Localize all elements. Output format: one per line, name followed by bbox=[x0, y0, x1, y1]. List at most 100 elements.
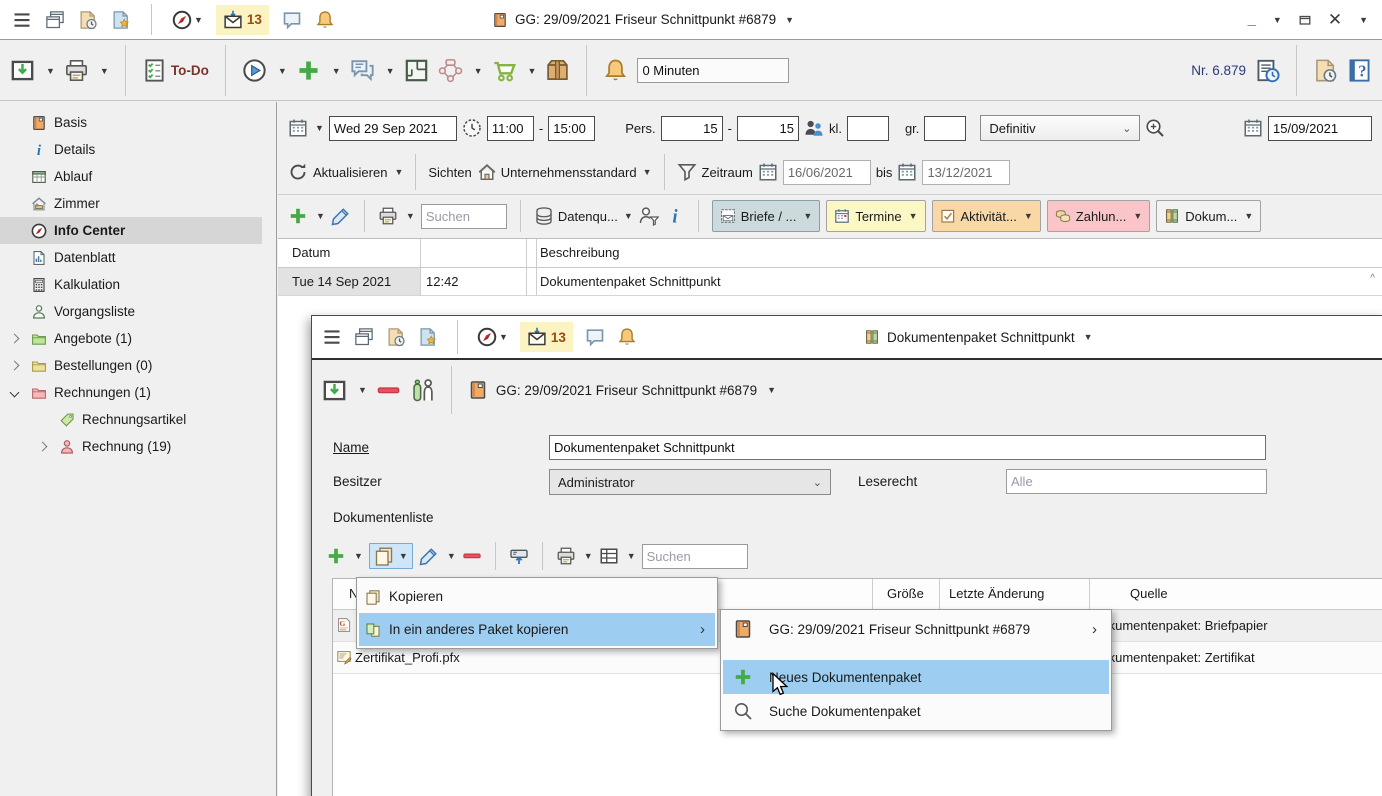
windows-icon[interactable] bbox=[45, 10, 65, 30]
created-date-input[interactable] bbox=[1268, 116, 1372, 141]
save-button[interactable] bbox=[322, 378, 347, 403]
view-standard-select[interactable]: Unternehmensstandard ▼ bbox=[477, 162, 652, 182]
start-button[interactable] bbox=[242, 58, 267, 83]
persons-min-input[interactable] bbox=[661, 116, 723, 141]
besitzer-select[interactable]: Administrator ⌄ bbox=[549, 469, 831, 495]
chevron-right-icon[interactable] bbox=[6, 330, 24, 348]
chevron-down-icon[interactable]: ▼ bbox=[332, 66, 341, 76]
package-icon[interactable] bbox=[545, 58, 570, 83]
calendar-icon[interactable] bbox=[1243, 118, 1263, 138]
sidebar-item-rechnungen-1[interactable]: Rechnungen (1) bbox=[0, 379, 262, 406]
recent-icon[interactable] bbox=[1313, 58, 1338, 83]
kl-input[interactable] bbox=[847, 116, 889, 141]
print-doc-button[interactable] bbox=[556, 546, 576, 566]
chat-icon[interactable] bbox=[282, 10, 302, 30]
favorite-document-icon[interactable] bbox=[418, 327, 438, 347]
mail-badge[interactable]: 13 bbox=[216, 5, 269, 35]
chevron-down-icon[interactable]: ▼ bbox=[474, 66, 483, 76]
chevron-down-icon[interactable]: ▼ bbox=[528, 66, 537, 76]
sidebar-item-rechnungsartikel[interactable]: Rechnungsartikel bbox=[0, 406, 262, 433]
chevron-down-icon[interactable]: ▼ bbox=[354, 551, 363, 561]
name-input[interactable] bbox=[549, 435, 1266, 460]
menu-item-kopieren[interactable]: Kopieren bbox=[359, 580, 715, 613]
sidebar-item-basis[interactable]: Basis bbox=[0, 109, 262, 136]
sidebar-item-kalkulation[interactable]: Kalkulation bbox=[0, 271, 262, 298]
status-select[interactable]: Definitiv ⌄ bbox=[980, 115, 1140, 141]
edit-document-button[interactable] bbox=[419, 546, 439, 566]
period-to-input[interactable] bbox=[922, 160, 1010, 185]
linked-record-selector[interactable]: GG: 29/09/2021 Friseur Schnittpunkt #687… bbox=[468, 380, 776, 400]
correspondence-icon[interactable] bbox=[350, 58, 375, 83]
view-grid-button[interactable] bbox=[599, 546, 619, 566]
calendar-icon[interactable] bbox=[897, 162, 917, 182]
chevron-down-icon[interactable]: ▼ bbox=[584, 551, 593, 561]
col-groesse[interactable]: Größe bbox=[887, 586, 924, 601]
remove-document-button[interactable] bbox=[462, 546, 482, 566]
mail-badge[interactable]: 13 bbox=[520, 322, 573, 352]
windows-icon[interactable] bbox=[354, 327, 374, 347]
todo-button[interactable]: To-Do bbox=[142, 58, 209, 83]
save-import-button[interactable] bbox=[10, 58, 35, 83]
edit-button[interactable] bbox=[331, 206, 351, 226]
close-button[interactable]: ✕ bbox=[1328, 10, 1342, 30]
event-date-input[interactable] bbox=[329, 116, 457, 141]
recent-document-icon[interactable] bbox=[386, 327, 406, 347]
recent-document-icon[interactable] bbox=[78, 10, 98, 30]
persons-max-input[interactable] bbox=[737, 116, 799, 141]
chevron-down-icon[interactable]: ▼ bbox=[315, 123, 324, 133]
calendar-icon[interactable] bbox=[288, 118, 308, 138]
chevron-down-icon[interactable]: ▼ bbox=[358, 385, 367, 395]
col-letzte-aenderung[interactable]: Letzte Änderung bbox=[949, 586, 1044, 601]
doc-window-title[interactable]: Dokumentenpaket Schnittpunkt ▼ bbox=[864, 329, 1093, 345]
workflow-icon[interactable] bbox=[438, 58, 463, 83]
copy-button-pressed[interactable]: ▼ bbox=[369, 543, 413, 569]
col-quelle[interactable]: Quelle bbox=[1130, 586, 1168, 601]
upload-scan-button[interactable] bbox=[509, 546, 529, 566]
info-center-button[interactable]: ▼ bbox=[172, 10, 203, 30]
add-document-button[interactable] bbox=[326, 546, 346, 566]
chevron-down-icon[interactable]: ▼ bbox=[316, 211, 325, 221]
sidebar-item-datenblatt[interactable]: Datenblatt bbox=[0, 244, 262, 271]
info-icon[interactable]: i bbox=[665, 206, 685, 226]
person-filter-icon[interactable] bbox=[639, 206, 659, 226]
chevron-down-icon[interactable]: ▼ bbox=[406, 211, 415, 221]
chevron-down-icon[interactable] bbox=[6, 384, 24, 402]
bell-icon[interactable] bbox=[315, 10, 335, 30]
menu-icon[interactable] bbox=[12, 10, 32, 30]
chevron-down-icon[interactable]: ▼ bbox=[1273, 15, 1282, 25]
datasource-select[interactable]: Datenqu... ▼ bbox=[534, 206, 633, 226]
period-from-input[interactable] bbox=[783, 160, 871, 185]
zoom-plus-icon[interactable] bbox=[1145, 118, 1165, 138]
calendar-icon[interactable] bbox=[758, 162, 778, 182]
chevron-right-icon[interactable] bbox=[6, 357, 24, 375]
time-from-input[interactable] bbox=[487, 116, 534, 141]
time-to-input[interactable] bbox=[548, 116, 595, 141]
delete-button[interactable] bbox=[376, 378, 401, 403]
sidebar-item-ablauf[interactable]: Ablauf bbox=[0, 163, 262, 190]
print-button[interactable] bbox=[64, 58, 89, 83]
doc-search-input[interactable] bbox=[642, 544, 748, 569]
gr-input[interactable] bbox=[924, 116, 966, 141]
termine-button[interactable]: Termine ▼ bbox=[826, 200, 925, 232]
chat-icon[interactable] bbox=[585, 327, 605, 347]
cart-icon[interactable] bbox=[492, 58, 517, 83]
info-table-row[interactable]: Tue 14 Sep 2021 12:42 Dokumentenpaket Sc… bbox=[278, 268, 1382, 296]
minutes-input[interactable] bbox=[637, 58, 789, 83]
col-beschreibung[interactable]: Beschreibung bbox=[540, 245, 620, 260]
chevron-down-icon[interactable]: ▼ bbox=[627, 551, 636, 561]
history-icon[interactable] bbox=[1255, 58, 1280, 83]
briefe-button[interactable]: Briefe / ... ▼ bbox=[712, 200, 821, 232]
submenu-item-gg-29-09-2021-friseur-schnittpunkt-6879[interactable]: GG: 29/09/2021 Friseur Schnittpunkt #687… bbox=[723, 612, 1109, 646]
chevron-down-icon[interactable]: ▼ bbox=[278, 66, 287, 76]
period-filter[interactable]: Zeitraum bbox=[677, 162, 753, 182]
minimize-button[interactable]: _ bbox=[1248, 11, 1256, 28]
chevron-right-icon[interactable] bbox=[34, 438, 52, 456]
info-center-button[interactable]: ▼ bbox=[477, 327, 508, 347]
search-input[interactable] bbox=[421, 204, 507, 229]
refresh-button[interactable]: Aktualisieren ▼ bbox=[288, 162, 403, 182]
aktivitaet-button[interactable]: Aktivität... ▼ bbox=[932, 200, 1041, 232]
sidebar-item-vorgangsliste[interactable]: Vorgangsliste bbox=[0, 298, 262, 325]
help-icon[interactable]: ? bbox=[1347, 58, 1372, 83]
chevron-down-icon[interactable]: ▼ bbox=[447, 551, 456, 561]
chevron-down-icon[interactable]: ▼ bbox=[100, 66, 109, 76]
